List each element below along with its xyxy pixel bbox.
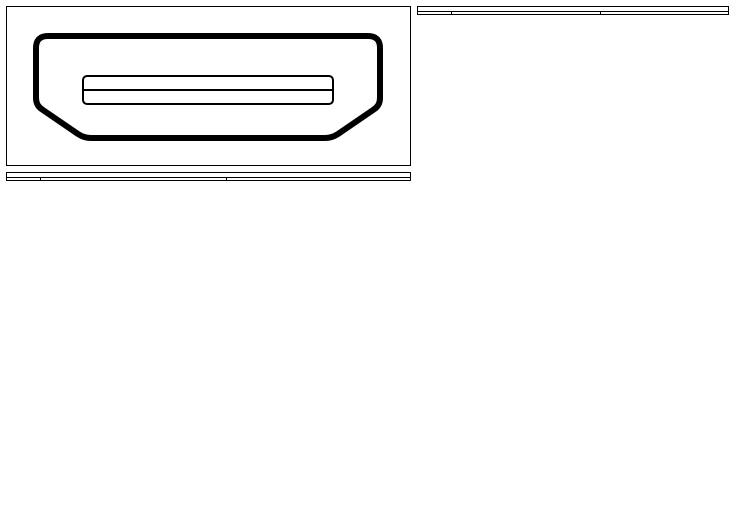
col-pin — [417, 12, 451, 15]
table-type-b — [417, 6, 729, 15]
col-pin — [7, 178, 41, 181]
col-signal — [451, 12, 600, 15]
connector-diagram — [6, 6, 411, 166]
table-type-a — [6, 172, 411, 181]
col-desc — [601, 12, 729, 15]
hdmi-connector-icon — [28, 16, 388, 156]
col-desc — [226, 178, 410, 181]
col-signal — [41, 178, 227, 181]
